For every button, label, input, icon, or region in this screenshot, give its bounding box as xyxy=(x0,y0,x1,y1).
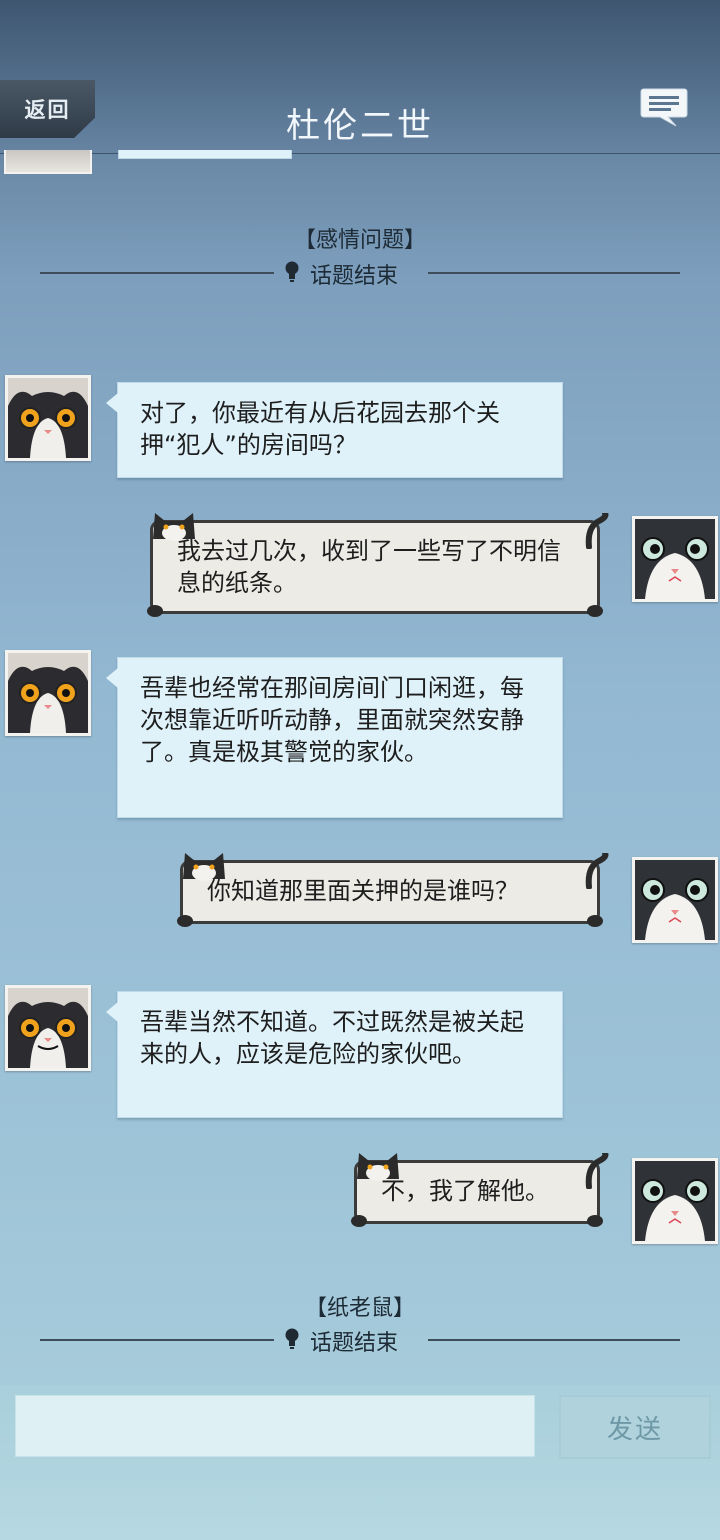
avatar-player-cat[interactable] xyxy=(632,516,718,602)
avatar-black-white-cat[interactable] xyxy=(5,375,91,461)
topic-title: 【纸老鼠】 xyxy=(304,1296,415,1321)
chat-header: 返回 杜伦二世 xyxy=(0,0,720,154)
topic-end-divider: 话题结束 xyxy=(40,258,680,289)
topic-end-divider: 话题结束 xyxy=(40,1325,680,1356)
message-bubble-left: 吾辈当然不知道。不过既然是被关起来的人，应该是危险的家伙吧。 xyxy=(106,991,563,1118)
lightbulb-icon xyxy=(285,261,299,282)
paw-icon xyxy=(351,1215,367,1227)
message-bubble xyxy=(118,150,292,159)
lightbulb-icon xyxy=(285,1328,299,1349)
message-input[interactable] xyxy=(15,1395,535,1457)
message-bubble-right: 不，我了解他。 xyxy=(351,1153,609,1227)
topic-end-text: 话题结束 xyxy=(310,1331,399,1356)
message-input-bar: 发送 xyxy=(0,1385,720,1540)
chat-bubble-icon[interactable] xyxy=(638,86,690,128)
message-bubble-left: 对了，你最近有从后花园去那个关押“犯人”的房间吗？ xyxy=(106,382,563,478)
message-bubble-right: 我去过几次，收到了一些写了不明信息的纸条。 xyxy=(147,513,609,617)
message-bubble-right: 你知道那里面关押的是谁吗？ xyxy=(177,853,609,927)
avatar-player-cat[interactable] xyxy=(632,857,718,943)
cat-tail-icon xyxy=(585,513,609,549)
message-bubble-left: 吾辈也经常在那间房间门口闲逛，每次想靠近听听动静，里面就突然安静了。真是极其警觉… xyxy=(106,657,563,818)
topic-end-text: 话题结束 xyxy=(310,264,399,289)
message-text: 我去过几次，收到了一些写了不明信息的纸条。 xyxy=(177,537,561,597)
message-text: 你知道那里面关押的是谁吗？ xyxy=(207,877,519,905)
cat-head-icon xyxy=(357,1153,399,1181)
cat-tail-icon xyxy=(585,853,609,889)
cat-tail-icon xyxy=(585,1153,609,1189)
avatar-player-cat[interactable] xyxy=(632,1158,718,1244)
avatar-black-white-cat[interactable] xyxy=(5,985,91,1071)
paw-icon xyxy=(587,1215,603,1227)
avatar-black-white-cat[interactable] xyxy=(5,650,91,736)
cat-head-icon xyxy=(183,853,225,881)
paw-icon xyxy=(147,605,163,617)
send-button[interactable]: 发送 xyxy=(559,1395,711,1459)
page-title: 杜伦二世 xyxy=(286,106,434,146)
topic-title: 【感情问题】 xyxy=(293,228,426,253)
avatar xyxy=(4,150,92,174)
message-text: 不，我了解他。 xyxy=(381,1177,549,1205)
paw-icon xyxy=(177,915,193,927)
paw-icon xyxy=(587,605,603,617)
cat-head-icon xyxy=(153,513,195,541)
paw-icon xyxy=(587,915,603,927)
